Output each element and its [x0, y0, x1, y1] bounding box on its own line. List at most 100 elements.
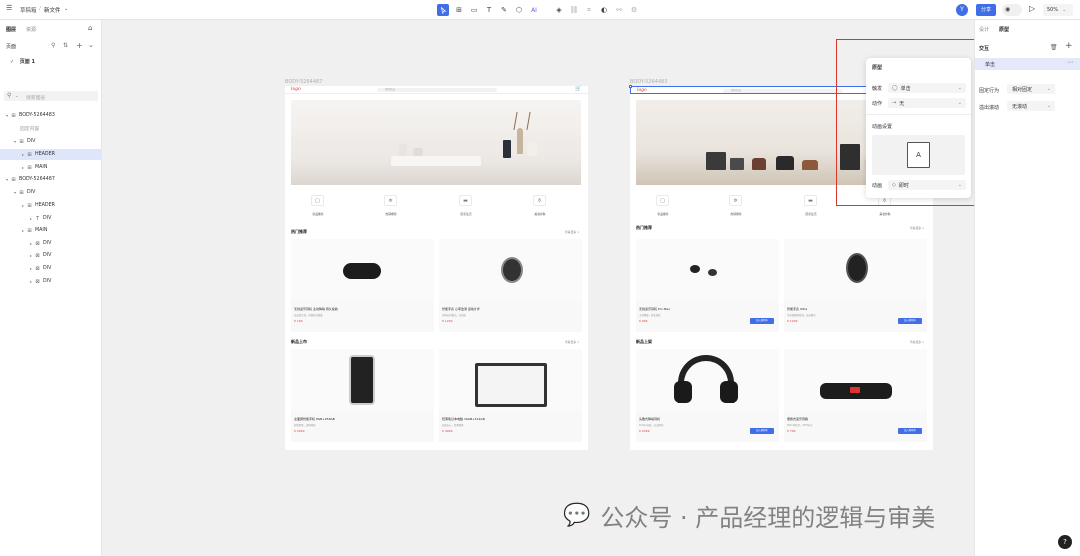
category-label[interactable]: 热销爆款 [721, 212, 751, 216]
unlink-tool-icon[interactable]: ⚯ [613, 4, 625, 16]
chevron-down-icon[interactable]: ⌄ [88, 41, 94, 49]
layer-item[interactable]: ▾ ⊞ BODY-5264483 [0, 110, 102, 121]
layer-item[interactable]: ▾ ⊞ DIV [0, 187, 102, 198]
animation-select[interactable]: ◇ 即时 ⌄ [888, 180, 966, 190]
add-interaction-icon[interactable]: + [1065, 41, 1073, 51]
page-header[interactable]: logo 搜索商品 🛒 [285, 86, 588, 94]
product-card[interactable]: 智能手表 心率监测 运动计步 多种运动模式，长续航 ¥ 1299 [439, 239, 582, 332]
add-to-cart-button[interactable]: 加入购物车 [898, 318, 922, 324]
category-label[interactable]: 美妆护肤 [525, 212, 555, 216]
new-more-link[interactable]: 查看更多 > [910, 340, 924, 344]
layer-item[interactable]: ▸ ⊠ DIV [0, 238, 102, 249]
play-icon[interactable]: ▷ [1029, 4, 1035, 13]
preview-toggle[interactable]: ◉ [1002, 4, 1022, 16]
add-page-icon[interactable]: + [76, 41, 83, 50]
hot-more-link[interactable]: 查看更多 > [565, 230, 579, 234]
chevron-down-icon[interactable]: ⌄ [64, 6, 68, 12]
product-card[interactable]: 全面屏智能手机 8GB+256GB 超清影像，流畅体验 ¥ 2999 [291, 349, 434, 442]
layer-item[interactable]: ▸ ⊞ HEADER [0, 200, 102, 211]
category-icon[interactable]: ▬ [459, 195, 472, 206]
layer-item[interactable]: ▸ ⊞ MAIN [0, 225, 102, 236]
rectangle-tool-icon[interactable]: ▭ [468, 4, 480, 16]
category-icon[interactable]: ⚱ [533, 195, 546, 206]
hero-banner[interactable] [291, 100, 581, 185]
layer-item[interactable]: 固定内容 [0, 123, 102, 134]
frame-tool-icon[interactable]: ⊞ [453, 4, 465, 16]
zoom-dropdown[interactable]: 50% ⌄ [1043, 4, 1073, 16]
hot-more-link[interactable]: 查看更多 > [910, 226, 924, 230]
frame-label[interactable]: BODY-5264487 [285, 79, 322, 85]
tab-prototype[interactable]: 原型 [999, 26, 1009, 33]
image-icon: ⊠ [35, 265, 40, 272]
file-name[interactable]: 新文件 [44, 6, 61, 14]
crop-tool-icon[interactable]: ⌗ [583, 4, 595, 16]
user-avatar[interactable]: Y [956, 4, 968, 16]
project-breadcrumb[interactable]: 草稿箱 [20, 6, 37, 14]
product-search[interactable]: 搜索商品 [723, 89, 843, 93]
frame-body-5264487[interactable]: logo 搜索商品 🛒 ▢ 新品推荐 ✲ 热销爆款 ▬ 居家生活 ⚱ 美妆护肤 热门推荐 查看… [285, 86, 588, 450]
product-card[interactable]: 便携式蓝牙音箱 360°环绕音，IPX7防水 ¥ 799 加入购物车 [784, 349, 927, 442]
category-icon[interactable]: ▬ [804, 195, 817, 206]
product-card[interactable]: 无线蓝牙耳机 Pro Max 主动降噪，超长续航 ¥ 999 加入购物车 [636, 239, 779, 332]
layer-item[interactable]: ▸ ⊞ MAIN [0, 162, 102, 173]
category-label[interactable]: 居家生活 [451, 212, 481, 216]
category-label[interactable]: 新品推荐 [648, 212, 678, 216]
product-search[interactable]: 搜索商品 [377, 88, 497, 92]
search-pages-icon[interactable]: ⚲ [51, 42, 55, 49]
tab-design[interactable]: 设计 [979, 26, 989, 33]
product-card[interactable]: 头戴式降噪耳机 Hi-Res音质，沉浸体验 ¥ 2499 加入购物车 [636, 349, 779, 442]
product-card[interactable]: 智能手表 Ultra 全天候健康监测，运动模式 ¥ 1299 加入购物车 [784, 239, 927, 332]
pen-tool-icon[interactable]: ✎ [498, 4, 510, 16]
tab-layers[interactable]: 图层 [6, 26, 16, 33]
ai-tool-icon[interactable]: AI [528, 4, 540, 16]
link-tool-icon[interactable]: ⛓ [568, 4, 580, 16]
menu-icon[interactable]: ☰ [6, 4, 12, 12]
overflow-scroll-select[interactable]: 无滚动 ⌄ [1007, 101, 1055, 111]
cart-icon[interactable]: 🛒 [575, 86, 581, 92]
category-icon[interactable]: ✲ [729, 195, 742, 206]
category-label[interactable]: 居家生活 [796, 212, 826, 216]
select-tool-icon[interactable] [437, 4, 449, 16]
contrast-tool-icon[interactable]: ◐ [598, 4, 610, 16]
layer-item[interactable]: ▾ ⊞ DIV [0, 136, 102, 147]
help-button[interactable]: ? [1058, 535, 1072, 549]
new-more-link[interactable]: 查看更多 > [565, 340, 579, 344]
interaction-row[interactable]: 单击 ⋯ [975, 58, 1080, 70]
frame-label[interactable]: BODY-5264483 [630, 79, 667, 85]
text-tool-icon[interactable]: T [483, 4, 495, 16]
more-icon[interactable]: ⋯ [1067, 59, 1073, 66]
sort-icon[interactable]: ⇅ [63, 42, 68, 49]
product-card[interactable]: 轻薄笔记本电脑 16GB+512GB 高效办公，轻薄便携 ¥ 4999 [439, 349, 582, 442]
action-select[interactable]: → 无 ⌄ [888, 98, 966, 108]
animation-value: 即时 [898, 182, 909, 189]
trash-icon[interactable]: 🗑 [1050, 44, 1058, 51]
add-to-cart-button[interactable]: 加入购物车 [750, 318, 774, 324]
anchor-tool-icon[interactable]: ◈ [553, 4, 565, 16]
fixed-behavior-select[interactable]: 相对固定 ⌄ [1007, 84, 1055, 94]
layer-item[interactable]: ▸ T DIV [0, 213, 102, 224]
category-label[interactable]: 美妆护肤 [870, 212, 900, 216]
trigger-select[interactable]: ◯ 单击 ⌄ [888, 83, 966, 93]
layer-search-input[interactable]: ⚲ ⌄ 搜索图层 [4, 91, 98, 101]
page-item-1[interactable]: ✓ 页面 1 [10, 58, 35, 65]
category-label[interactable]: 热销爆款 [376, 212, 406, 216]
add-to-cart-button[interactable]: 加入购物车 [750, 428, 774, 434]
layer-item[interactable]: ▾ ⊞ BODY-5264487 [0, 174, 102, 185]
add-to-cart-button[interactable]: 加入购物车 [898, 428, 922, 434]
resize-handle[interactable] [629, 85, 632, 88]
share-button[interactable]: 分享 [976, 4, 996, 16]
component-tool-icon[interactable]: ⬡ [513, 4, 525, 16]
component-library-icon[interactable]: ⌂ [88, 24, 92, 32]
product-image [636, 349, 779, 411]
settings-tool-icon[interactable]: ⚙ [628, 4, 640, 16]
category-label[interactable]: 新品推荐 [303, 212, 333, 216]
layer-item[interactable]: ▸ ⊞ HEADER [0, 149, 102, 160]
layer-item[interactable]: ▸ ⊠ DIV [0, 263, 102, 274]
layer-item[interactable]: ▸ ⊠ DIV [0, 250, 102, 261]
category-icon[interactable]: ▢ [656, 195, 669, 206]
layer-item[interactable]: ▸ ⊠ DIV [0, 276, 102, 287]
category-icon[interactable]: ✲ [384, 195, 397, 206]
category-icon[interactable]: ▢ [311, 195, 324, 206]
product-card[interactable]: 无线蓝牙耳机 主动降噪 持久续航 高品质音效，轻便舒适佩戴 ¥ 199 [291, 239, 434, 332]
tab-assets[interactable]: 资源 [26, 26, 36, 33]
